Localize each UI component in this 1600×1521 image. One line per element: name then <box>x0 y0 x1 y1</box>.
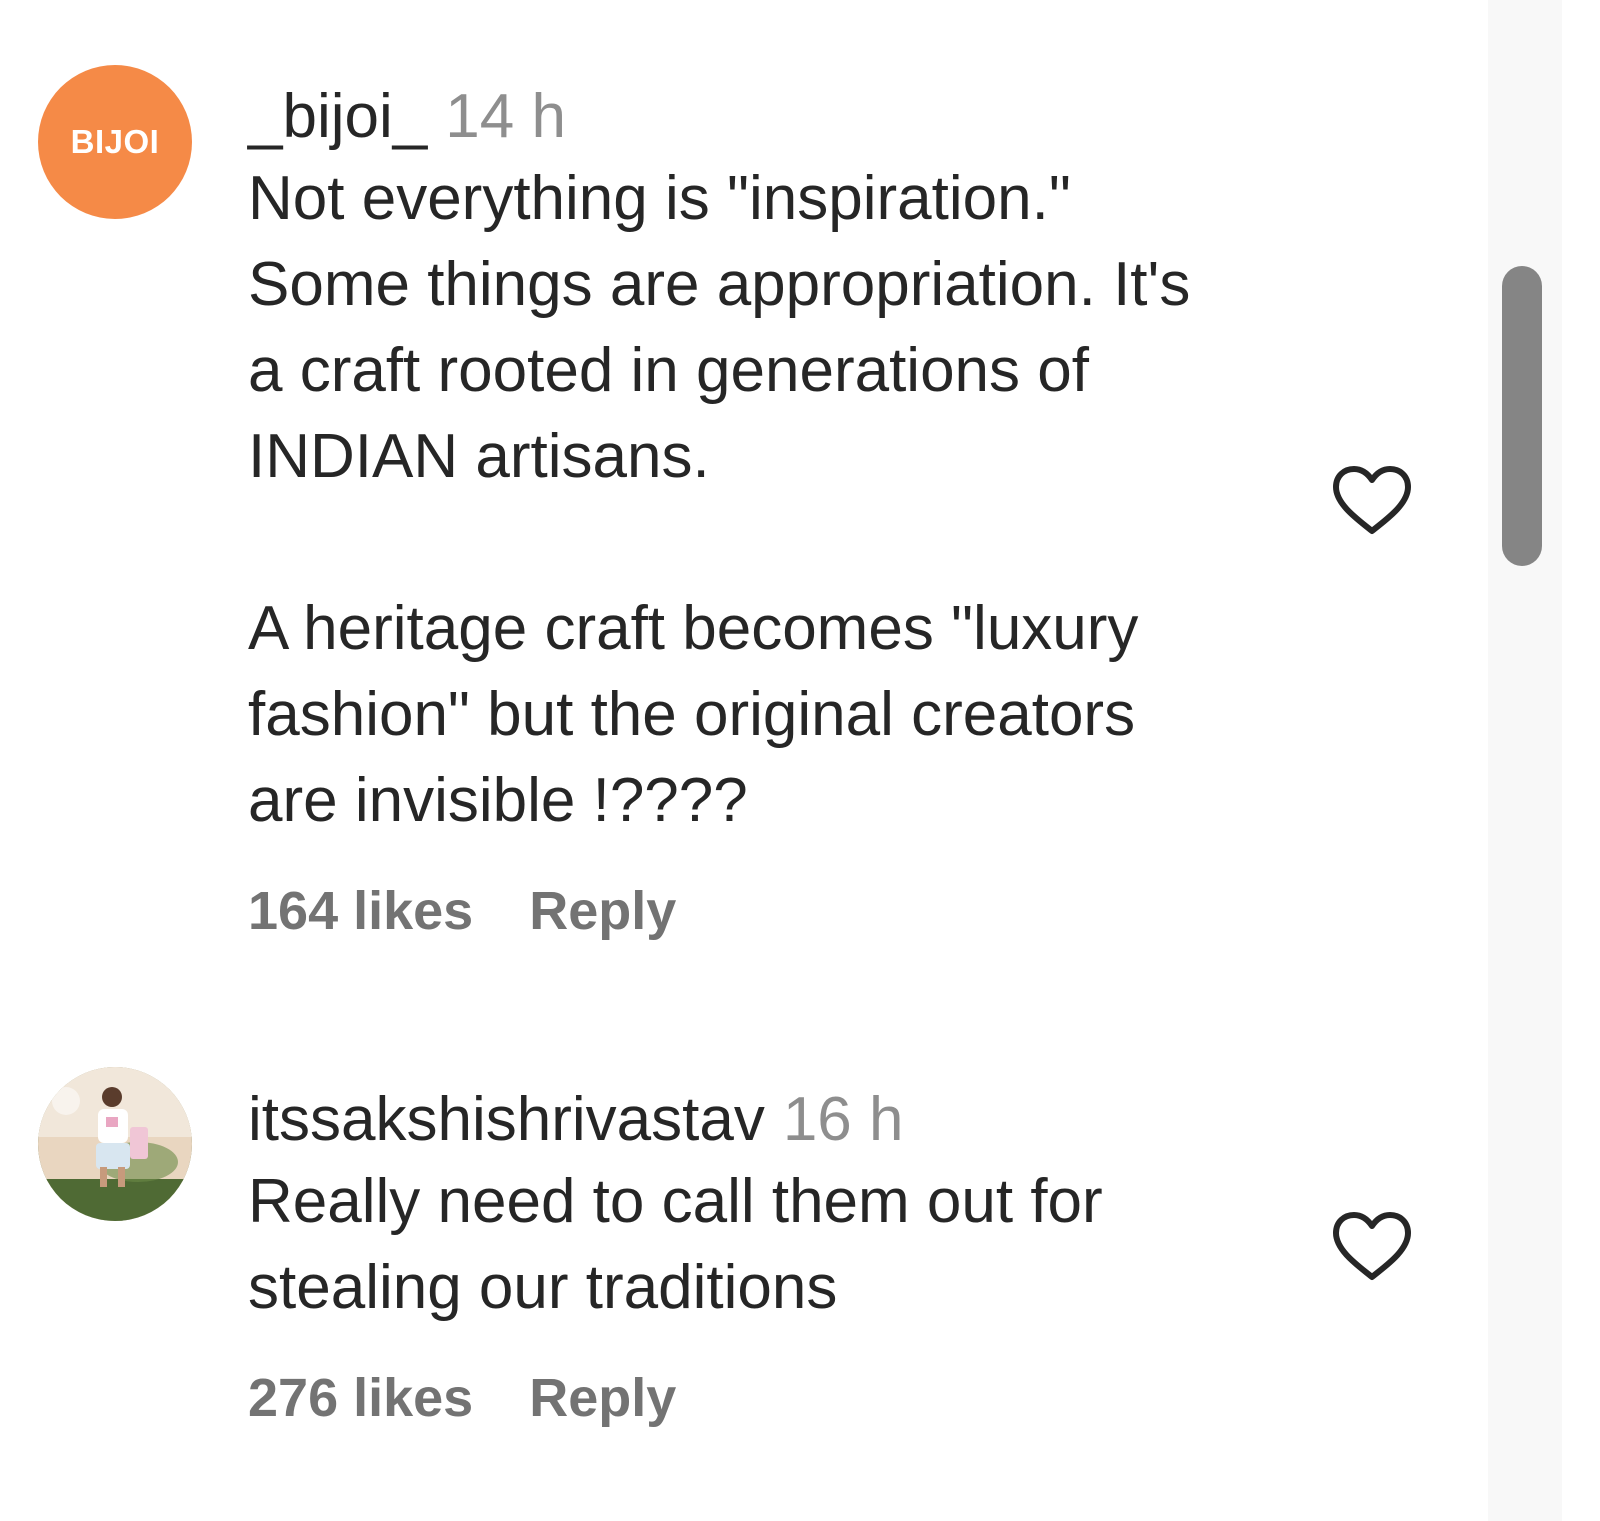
comment-list: BIJOI _bijoi_ 14 h Not everything is "ins… <box>0 0 1520 1521</box>
comment-body: _bijoi_ 14 h Not everything is "inspirati… <box>248 78 1308 946</box>
reply-button[interactable]: Reply <box>529 1368 676 1428</box>
comment-timestamp[interactable]: 14 h <box>445 82 566 151</box>
scrollbar-track[interactable] <box>1488 0 1562 1521</box>
like-button[interactable] <box>1330 1209 1414 1283</box>
comment-username[interactable]: itssakshishrivastav <box>248 1085 765 1154</box>
comment-header: _bijoi_ 14 h <box>248 78 1308 156</box>
avatar[interactable] <box>38 1067 192 1221</box>
heart-outline-icon <box>1333 466 1411 534</box>
comment-text: Really need to call them out for stealin… <box>248 1167 1103 1322</box>
comment-header: itssakshishrivastav 16 h <box>248 1081 1308 1159</box>
comment-item: itssakshishrivastav 16 h Really need to c… <box>0 1000 1520 1521</box>
avatar-initials: BIJOI <box>70 123 160 160</box>
comment-actions: 276 likes Reply <box>248 1363 1308 1433</box>
comment-likes-count[interactable]: 164 likes <box>248 881 473 941</box>
like-button[interactable] <box>1330 463 1414 537</box>
comment-timestamp[interactable]: 16 h <box>783 1085 904 1154</box>
avatar[interactable]: BIJOI <box>38 65 192 219</box>
comment-body: itssakshishrivastav 16 h Really need to c… <box>248 1081 1308 1433</box>
comment-text: Not everything is "inspiration." Some th… <box>248 164 1191 835</box>
comment-likes-count[interactable]: 276 likes <box>248 1368 473 1428</box>
scrollbar-thumb[interactable] <box>1502 266 1542 566</box>
comment-actions: 164 likes Reply <box>248 876 1308 946</box>
avatar-photo-image <box>38 1067 192 1221</box>
heart-outline-icon <box>1333 1212 1411 1280</box>
comment-item: BIJOI _bijoi_ 14 h Not everything is "ins… <box>0 0 1520 1000</box>
comment-username[interactable]: _bijoi_ <box>248 82 427 151</box>
reply-button[interactable]: Reply <box>529 881 676 941</box>
